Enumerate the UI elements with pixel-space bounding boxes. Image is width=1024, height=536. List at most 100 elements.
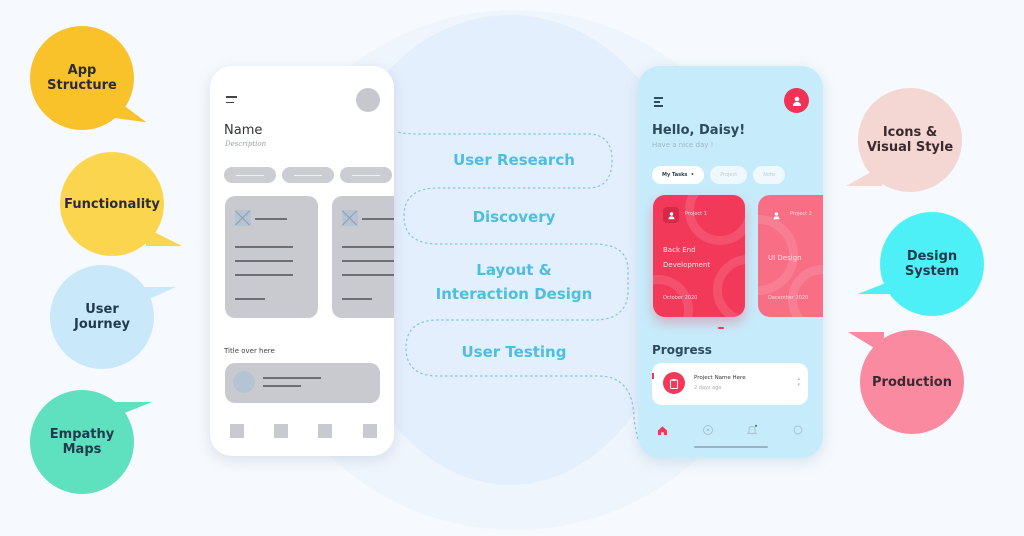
text-line xyxy=(362,218,394,220)
text-line xyxy=(342,246,394,248)
user-icon xyxy=(663,207,679,223)
avatar-placeholder xyxy=(356,88,380,112)
text-line xyxy=(235,246,293,248)
card-title-line: UI Design xyxy=(768,254,802,262)
home-icon[interactable] xyxy=(655,423,669,437)
card-placeholder xyxy=(225,196,318,318)
wireframe-section-title: Title over here xyxy=(224,347,275,355)
bubble-label: Icons & xyxy=(882,125,938,140)
text-line xyxy=(263,385,301,387)
bubble-design-system: Design System xyxy=(858,212,984,316)
image-placeholder-icon xyxy=(233,371,255,393)
user-icon xyxy=(792,96,801,106)
text-line xyxy=(342,260,394,262)
step-label: Discovery xyxy=(472,208,556,226)
text-line xyxy=(255,218,287,220)
project-card[interactable]: Project 1 Back End Development October 20… xyxy=(653,195,745,317)
clipboard-icon xyxy=(663,372,685,394)
step-label: Layout & xyxy=(476,261,552,279)
chip-placeholder xyxy=(282,167,334,183)
list-item-placeholder xyxy=(225,363,380,403)
chip-note[interactable]: Note xyxy=(753,166,786,184)
greeting: Hello, Daisy! xyxy=(652,123,746,138)
card-decoration xyxy=(713,255,745,317)
menu-icon xyxy=(226,96,237,107)
bell-icon[interactable] xyxy=(745,423,759,437)
search-icon[interactable] xyxy=(791,423,805,437)
chip-my-tasks[interactable]: My Tasks • xyxy=(652,166,705,184)
bubble-label: Journey xyxy=(74,317,130,332)
menu-icon[interactable] xyxy=(654,97,663,109)
chip-indicator: • xyxy=(690,172,695,178)
progress-item[interactable]: Project Name Here 2 days ago ▴ ▾ xyxy=(652,363,808,405)
nav-placeholder-icon xyxy=(318,424,332,438)
bubble-empathy-maps: Empathy Maps xyxy=(30,390,152,494)
wireframe-phone: Name Description Title over here xyxy=(210,66,394,456)
card-title: UI Design xyxy=(768,251,802,266)
wireframe-name: Name xyxy=(224,123,263,138)
bubble-label: Functionality xyxy=(64,196,160,212)
chip-placeholder xyxy=(224,167,276,183)
text-line xyxy=(235,260,293,262)
step-discovery: Discovery xyxy=(398,205,630,229)
text-line xyxy=(342,298,372,300)
profile-avatar[interactable] xyxy=(784,88,809,113)
process-steps: User Research Discovery Layout & Interact… xyxy=(398,120,638,440)
bubble-app-structure: App Structure xyxy=(30,26,150,130)
wireframe-chips xyxy=(224,167,392,183)
progress-title: Progress xyxy=(652,343,712,357)
bubble-label: Structure xyxy=(47,78,117,93)
chip-label: Note xyxy=(763,172,776,178)
step-user-research: User Research xyxy=(398,148,630,172)
card-decoration xyxy=(685,195,745,245)
compass-icon[interactable] xyxy=(701,423,715,437)
step-user-testing: User Testing xyxy=(398,340,630,364)
nav-placeholder-icon xyxy=(363,424,377,438)
bubble-label: Empathy xyxy=(49,427,115,442)
chip-placeholder xyxy=(340,167,392,183)
text-line xyxy=(235,298,265,300)
bubble-label: Design xyxy=(906,249,958,264)
card-project-label: Project 2 xyxy=(790,211,812,217)
wireframe-description: Description xyxy=(225,140,267,148)
bubble-label: User xyxy=(85,302,119,317)
card-placeholder xyxy=(332,196,394,318)
step-label: User Testing xyxy=(461,343,567,361)
bubble-label: Production xyxy=(872,374,952,390)
card-title: Back End Development xyxy=(663,243,710,273)
card-date: October 2020 xyxy=(663,295,698,301)
project-card[interactable]: Project 2 UI Design December 2020 xyxy=(758,195,823,317)
nav-placeholder-icon xyxy=(274,424,288,438)
text-line xyxy=(235,274,293,276)
step-label: User Research xyxy=(453,151,575,169)
chip-label: My Tasks xyxy=(662,172,688,178)
text-line xyxy=(342,274,394,276)
card-project-label: Project 1 xyxy=(685,211,707,217)
bubble-label: App xyxy=(67,63,97,78)
text-line xyxy=(263,377,321,379)
user-icon xyxy=(768,207,784,223)
card-title-line: Development xyxy=(663,261,711,269)
image-placeholder-icon xyxy=(342,210,358,226)
bubble-label: Maps xyxy=(62,442,102,457)
carousel-indicator xyxy=(718,327,724,329)
card-date: December 2020 xyxy=(768,295,809,301)
progress-item-name: Project Name Here xyxy=(694,375,746,381)
app-phone: Hello, Daisy! Have a nice day ! My Tasks… xyxy=(638,66,823,458)
bubble-user-journey: User Journey xyxy=(50,265,176,369)
image-placeholder-icon xyxy=(235,210,251,226)
nav-placeholder-icon xyxy=(230,424,244,438)
bubble-production: Production xyxy=(848,330,964,434)
progress-marker xyxy=(652,373,654,379)
bubble-functionality: Functionality xyxy=(60,152,182,256)
step-label: Interaction Design xyxy=(435,285,593,303)
greeting-subtitle: Have a nice day ! xyxy=(652,141,714,149)
step-layout-interaction-design: Layout & Interaction Design xyxy=(398,258,630,306)
bubble-icons-visual-style: Icons & Visual Style xyxy=(846,88,962,192)
chip-project[interactable]: Project xyxy=(710,166,748,184)
reorder-icon[interactable]: ▴ ▾ xyxy=(797,376,800,388)
bubble-label: System xyxy=(904,264,960,279)
bubble-label: Visual Style xyxy=(866,140,954,155)
card-title-line: Back End xyxy=(663,246,696,254)
home-indicator xyxy=(694,446,768,448)
